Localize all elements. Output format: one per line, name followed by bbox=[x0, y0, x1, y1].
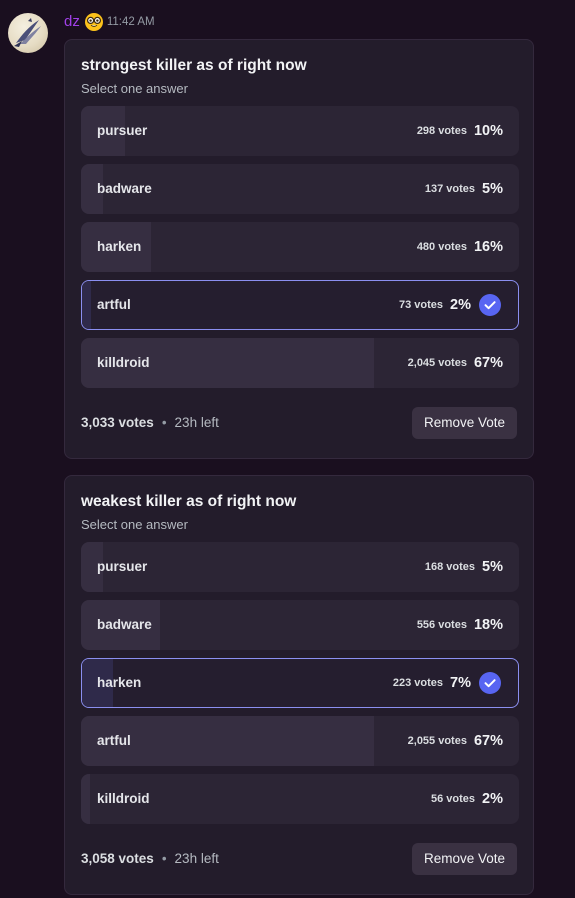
poll-prompt: Select one answer bbox=[81, 517, 188, 532]
nerd-face-icon bbox=[84, 13, 103, 31]
poll-answer-pursuer[interactable]: pursuer 168 votes 5% bbox=[81, 542, 519, 592]
poll-card: strongest killer as of right now Select … bbox=[64, 39, 534, 459]
avatar-image bbox=[14, 18, 41, 47]
answer-vote-count: 556 votes bbox=[416, 619, 467, 631]
total-votes: 3,033 votes bbox=[81, 415, 154, 430]
answer-vote-count: 2,055 votes bbox=[407, 735, 467, 747]
answer-vote-count: 168 votes bbox=[424, 561, 476, 573]
answer-vote-count: 137 votes bbox=[424, 183, 476, 195]
checkmark-icon bbox=[479, 672, 501, 694]
answer-vote-count: 2,045 votes bbox=[407, 357, 467, 369]
answer-stats: 480 votes 16% bbox=[417, 222, 503, 272]
answer-vote-count: 298 votes bbox=[416, 125, 467, 137]
chat-message: dz 11:42 AM strongest killer as of right… bbox=[0, 0, 575, 898]
answer-stats: 2,045 votes 67% bbox=[408, 338, 503, 388]
answer-percent: 67% bbox=[473, 355, 503, 371]
message-header: dz 11:42 AM bbox=[64, 12, 155, 32]
vote-fill-bar bbox=[81, 774, 90, 824]
answer-vote-count: 223 votes bbox=[392, 677, 444, 689]
poll-question: weakest killer as of right now bbox=[81, 493, 297, 510]
poll-summary: 3,058 votes • 23h left bbox=[81, 843, 219, 875]
message-timestamp: 11:42 AM bbox=[106, 16, 155, 28]
poll-summary: 3,033 votes • 23h left bbox=[81, 407, 219, 439]
answer-percent: 5% bbox=[482, 181, 503, 197]
answer-stats: 223 votes 7% bbox=[393, 659, 501, 707]
separator-dot: • bbox=[161, 851, 167, 866]
answer-stats: 556 votes 18% bbox=[417, 600, 503, 650]
answer-stats: 168 votes 5% bbox=[425, 542, 503, 592]
answer-label: killdroid bbox=[97, 791, 150, 806]
answer-label: pursuer bbox=[97, 123, 148, 138]
answer-percent: 67% bbox=[473, 733, 503, 749]
answer-percent: 2% bbox=[450, 297, 471, 313]
answer-percent: 5% bbox=[482, 559, 503, 575]
poll-footer: 3,033 votes • 23h left Remove Vote bbox=[81, 407, 517, 439]
answer-percent: 2% bbox=[482, 791, 503, 807]
time-left: 23h left bbox=[174, 851, 219, 866]
total-votes: 3,058 votes bbox=[81, 851, 154, 866]
poll-question: strongest killer as of right now bbox=[81, 57, 307, 74]
answer-label: killdroid bbox=[97, 355, 150, 370]
separator-dot: • bbox=[161, 415, 167, 430]
poll-prompt: Select one answer bbox=[81, 81, 188, 96]
poll-answer-killdroid[interactable]: killdroid 2,045 votes 67% bbox=[81, 338, 519, 388]
answer-stats: 56 votes 2% bbox=[431, 774, 503, 824]
poll-card: weakest killer as of right now Select on… bbox=[64, 475, 534, 895]
poll-footer: 3,058 votes • 23h left Remove Vote bbox=[81, 843, 517, 875]
answer-percent: 16% bbox=[473, 239, 503, 255]
answer-vote-count: 480 votes bbox=[416, 241, 467, 253]
answer-label: badware bbox=[97, 181, 152, 196]
answer-label: artful bbox=[97, 733, 131, 748]
answer-stats: 137 votes 5% bbox=[425, 164, 503, 214]
poll-answer-harken[interactable]: harken 480 votes 16% bbox=[81, 222, 519, 272]
username[interactable]: dz bbox=[64, 12, 80, 32]
poll-answer-killdroid[interactable]: killdroid 56 votes 2% bbox=[81, 774, 519, 824]
answer-label: artful bbox=[97, 297, 131, 312]
poll-answer-artful[interactable]: artful 2,055 votes 67% bbox=[81, 716, 519, 766]
vote-fill-bar bbox=[82, 281, 91, 329]
answer-stats: 2,055 votes 67% bbox=[408, 716, 503, 766]
answer-stats: 73 votes 2% bbox=[399, 281, 501, 329]
answer-label: harken bbox=[97, 239, 142, 254]
poll-answer-harken[interactable]: harken 223 votes 7% bbox=[81, 658, 519, 708]
poll-answer-pursuer[interactable]: pursuer 298 votes 10% bbox=[81, 106, 519, 156]
answer-stats: 298 votes 10% bbox=[417, 106, 503, 156]
answer-label: badware bbox=[97, 617, 152, 632]
poll-answer-artful[interactable]: artful 73 votes 2% bbox=[81, 280, 519, 330]
answer-percent: 10% bbox=[473, 123, 503, 139]
answer-percent: 18% bbox=[473, 617, 503, 633]
time-left: 23h left bbox=[174, 415, 219, 430]
answer-vote-count: 73 votes bbox=[399, 299, 444, 311]
poll-answer-badware[interactable]: badware 556 votes 18% bbox=[81, 600, 519, 650]
remove-vote-button[interactable]: Remove Vote bbox=[411, 407, 517, 439]
answer-vote-count: 56 votes bbox=[431, 793, 476, 805]
checkmark-icon bbox=[479, 294, 501, 316]
user-avatar[interactable] bbox=[8, 13, 48, 53]
answer-label: harken bbox=[97, 675, 142, 690]
remove-vote-button[interactable]: Remove Vote bbox=[411, 843, 517, 875]
answer-percent: 7% bbox=[450, 675, 471, 691]
poll-answer-badware[interactable]: badware 137 votes 5% bbox=[81, 164, 519, 214]
answer-label: pursuer bbox=[97, 559, 148, 574]
